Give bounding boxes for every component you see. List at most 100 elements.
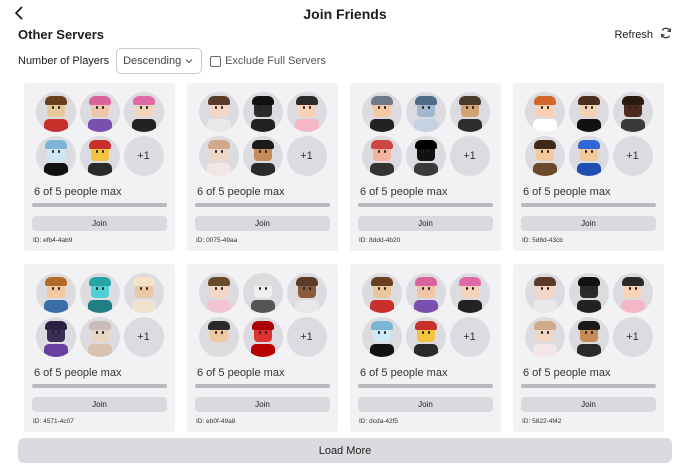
chevron-down-icon — [185, 55, 193, 67]
player-avatar[interactable] — [123, 273, 164, 313]
server-card: +1 6 of 5 people max Join ID: 8ddd-4b20 — [350, 83, 501, 251]
player-avatar[interactable] — [123, 92, 164, 132]
join-button[interactable]: Join — [195, 216, 330, 231]
player-avatar[interactable] — [79, 273, 120, 313]
player-avatar[interactable] — [79, 92, 120, 132]
avatar-grid: +1 — [521, 92, 656, 176]
players-filter-label: Number of Players — [18, 55, 110, 67]
player-avatar[interactable] — [79, 317, 120, 357]
player-count: 6 of 5 people max — [360, 367, 448, 379]
player-avatar[interactable] — [242, 92, 283, 132]
avatar-grid: +1 — [358, 273, 493, 357]
capacity-bar — [521, 384, 656, 388]
player-avatar[interactable] — [449, 273, 490, 313]
player-avatar[interactable] — [612, 92, 653, 132]
server-id: ID: 5822-4f42 — [522, 418, 562, 425]
player-count: 6 of 5 people max — [360, 186, 448, 198]
player-avatar[interactable] — [198, 92, 239, 132]
avatar-grid: +1 — [521, 273, 656, 357]
player-avatar[interactable] — [242, 136, 283, 176]
refresh-button[interactable]: Refresh — [614, 27, 672, 42]
filters-row: Number of Players Descending Exclude Ful… — [18, 48, 326, 74]
server-id: ID: eb0f-49a8 — [196, 418, 236, 425]
player-avatar[interactable] — [35, 92, 76, 132]
player-avatar[interactable] — [524, 317, 565, 357]
refresh-label: Refresh — [614, 28, 653, 41]
player-avatar[interactable] — [286, 273, 327, 313]
player-avatar[interactable] — [198, 317, 239, 357]
player-avatar[interactable] — [405, 92, 446, 132]
join-button[interactable]: Join — [521, 216, 656, 231]
exclude-full-checkbox[interactable] — [210, 55, 222, 67]
player-avatar[interactable] — [568, 136, 609, 176]
player-avatar[interactable] — [405, 273, 446, 313]
sort-select-value: Descending — [123, 55, 182, 67]
avatar-grid: +1 — [195, 273, 330, 357]
player-count: 6 of 5 people max — [523, 367, 611, 379]
player-avatar[interactable] — [35, 317, 76, 357]
player-avatar[interactable] — [242, 273, 283, 313]
join-button[interactable]: Join — [358, 216, 493, 231]
more-avatars-badge: +1 — [123, 317, 164, 357]
player-avatar[interactable] — [405, 136, 446, 176]
exclude-full-label: Exclude Full Servers — [225, 55, 326, 67]
refresh-icon — [660, 27, 672, 42]
player-avatar[interactable] — [242, 317, 283, 357]
player-avatar[interactable] — [361, 273, 402, 313]
server-id: ID: 5d8d-43cb — [522, 237, 563, 244]
player-avatar[interactable] — [612, 273, 653, 313]
page-title: Join Friends — [303, 6, 387, 22]
player-avatar[interactable] — [405, 317, 446, 357]
player-avatar[interactable] — [524, 273, 565, 313]
player-avatar[interactable] — [361, 136, 402, 176]
capacity-bar — [32, 203, 167, 207]
top-bar: Join Friends — [0, 0, 690, 30]
join-button[interactable]: Join — [358, 397, 493, 412]
join-button[interactable]: Join — [32, 397, 167, 412]
exclude-full-toggle[interactable]: Exclude Full Servers — [210, 55, 326, 67]
player-avatar[interactable] — [286, 92, 327, 132]
more-avatars-badge: +1 — [449, 317, 490, 357]
join-button[interactable]: Join — [521, 397, 656, 412]
player-avatar[interactable] — [449, 92, 490, 132]
server-id: ID: dcda-42f5 — [359, 418, 399, 425]
player-count: 6 of 5 people max — [34, 186, 122, 198]
player-count: 6 of 5 people max — [523, 186, 611, 198]
player-avatar[interactable] — [568, 92, 609, 132]
more-avatars-badge: +1 — [612, 136, 653, 176]
player-avatar[interactable] — [524, 136, 565, 176]
player-count: 6 of 5 people max — [197, 186, 285, 198]
server-card: +1 6 of 5 people max Join ID: 5d8d-43cb — [513, 83, 664, 251]
capacity-bar — [358, 203, 493, 207]
player-avatar[interactable] — [568, 273, 609, 313]
player-avatar[interactable] — [361, 92, 402, 132]
player-avatar[interactable] — [568, 317, 609, 357]
join-button[interactable]: Join — [195, 397, 330, 412]
server-card: +1 6 of 5 people max Join ID: dcda-42f5 — [350, 264, 501, 432]
player-avatar[interactable] — [35, 136, 76, 176]
player-avatar[interactable] — [361, 317, 402, 357]
server-id: ID: 0075-49aa — [196, 237, 238, 244]
player-avatar[interactable] — [524, 92, 565, 132]
load-more-button[interactable]: Load More — [18, 438, 672, 463]
server-card: +1 6 of 5 people max Join ID: 0075-49aa — [187, 83, 338, 251]
more-avatars-badge: +1 — [286, 317, 327, 357]
section-title: Other Servers — [18, 27, 104, 42]
avatar-grid: +1 — [195, 92, 330, 176]
player-avatar[interactable] — [79, 136, 120, 176]
avatar-grid: +1 — [32, 92, 167, 176]
player-avatar[interactable] — [198, 136, 239, 176]
more-avatars-badge: +1 — [123, 136, 164, 176]
capacity-bar — [195, 384, 330, 388]
player-avatar[interactable] — [35, 273, 76, 313]
capacity-bar — [195, 203, 330, 207]
player-avatar[interactable] — [198, 273, 239, 313]
join-button[interactable]: Join — [32, 216, 167, 231]
avatar-grid: +1 — [32, 273, 167, 357]
capacity-bar — [358, 384, 493, 388]
player-count: 6 of 5 people max — [197, 367, 285, 379]
sort-select[interactable]: Descending — [116, 48, 203, 74]
server-grid: +1 6 of 5 people max Join ID: efb4-4ab9 +1 6 … — [24, 83, 665, 432]
avatar-grid: +1 — [358, 92, 493, 176]
server-card: +1 6 of 5 people max Join ID: eb0f-49a8 — [187, 264, 338, 432]
